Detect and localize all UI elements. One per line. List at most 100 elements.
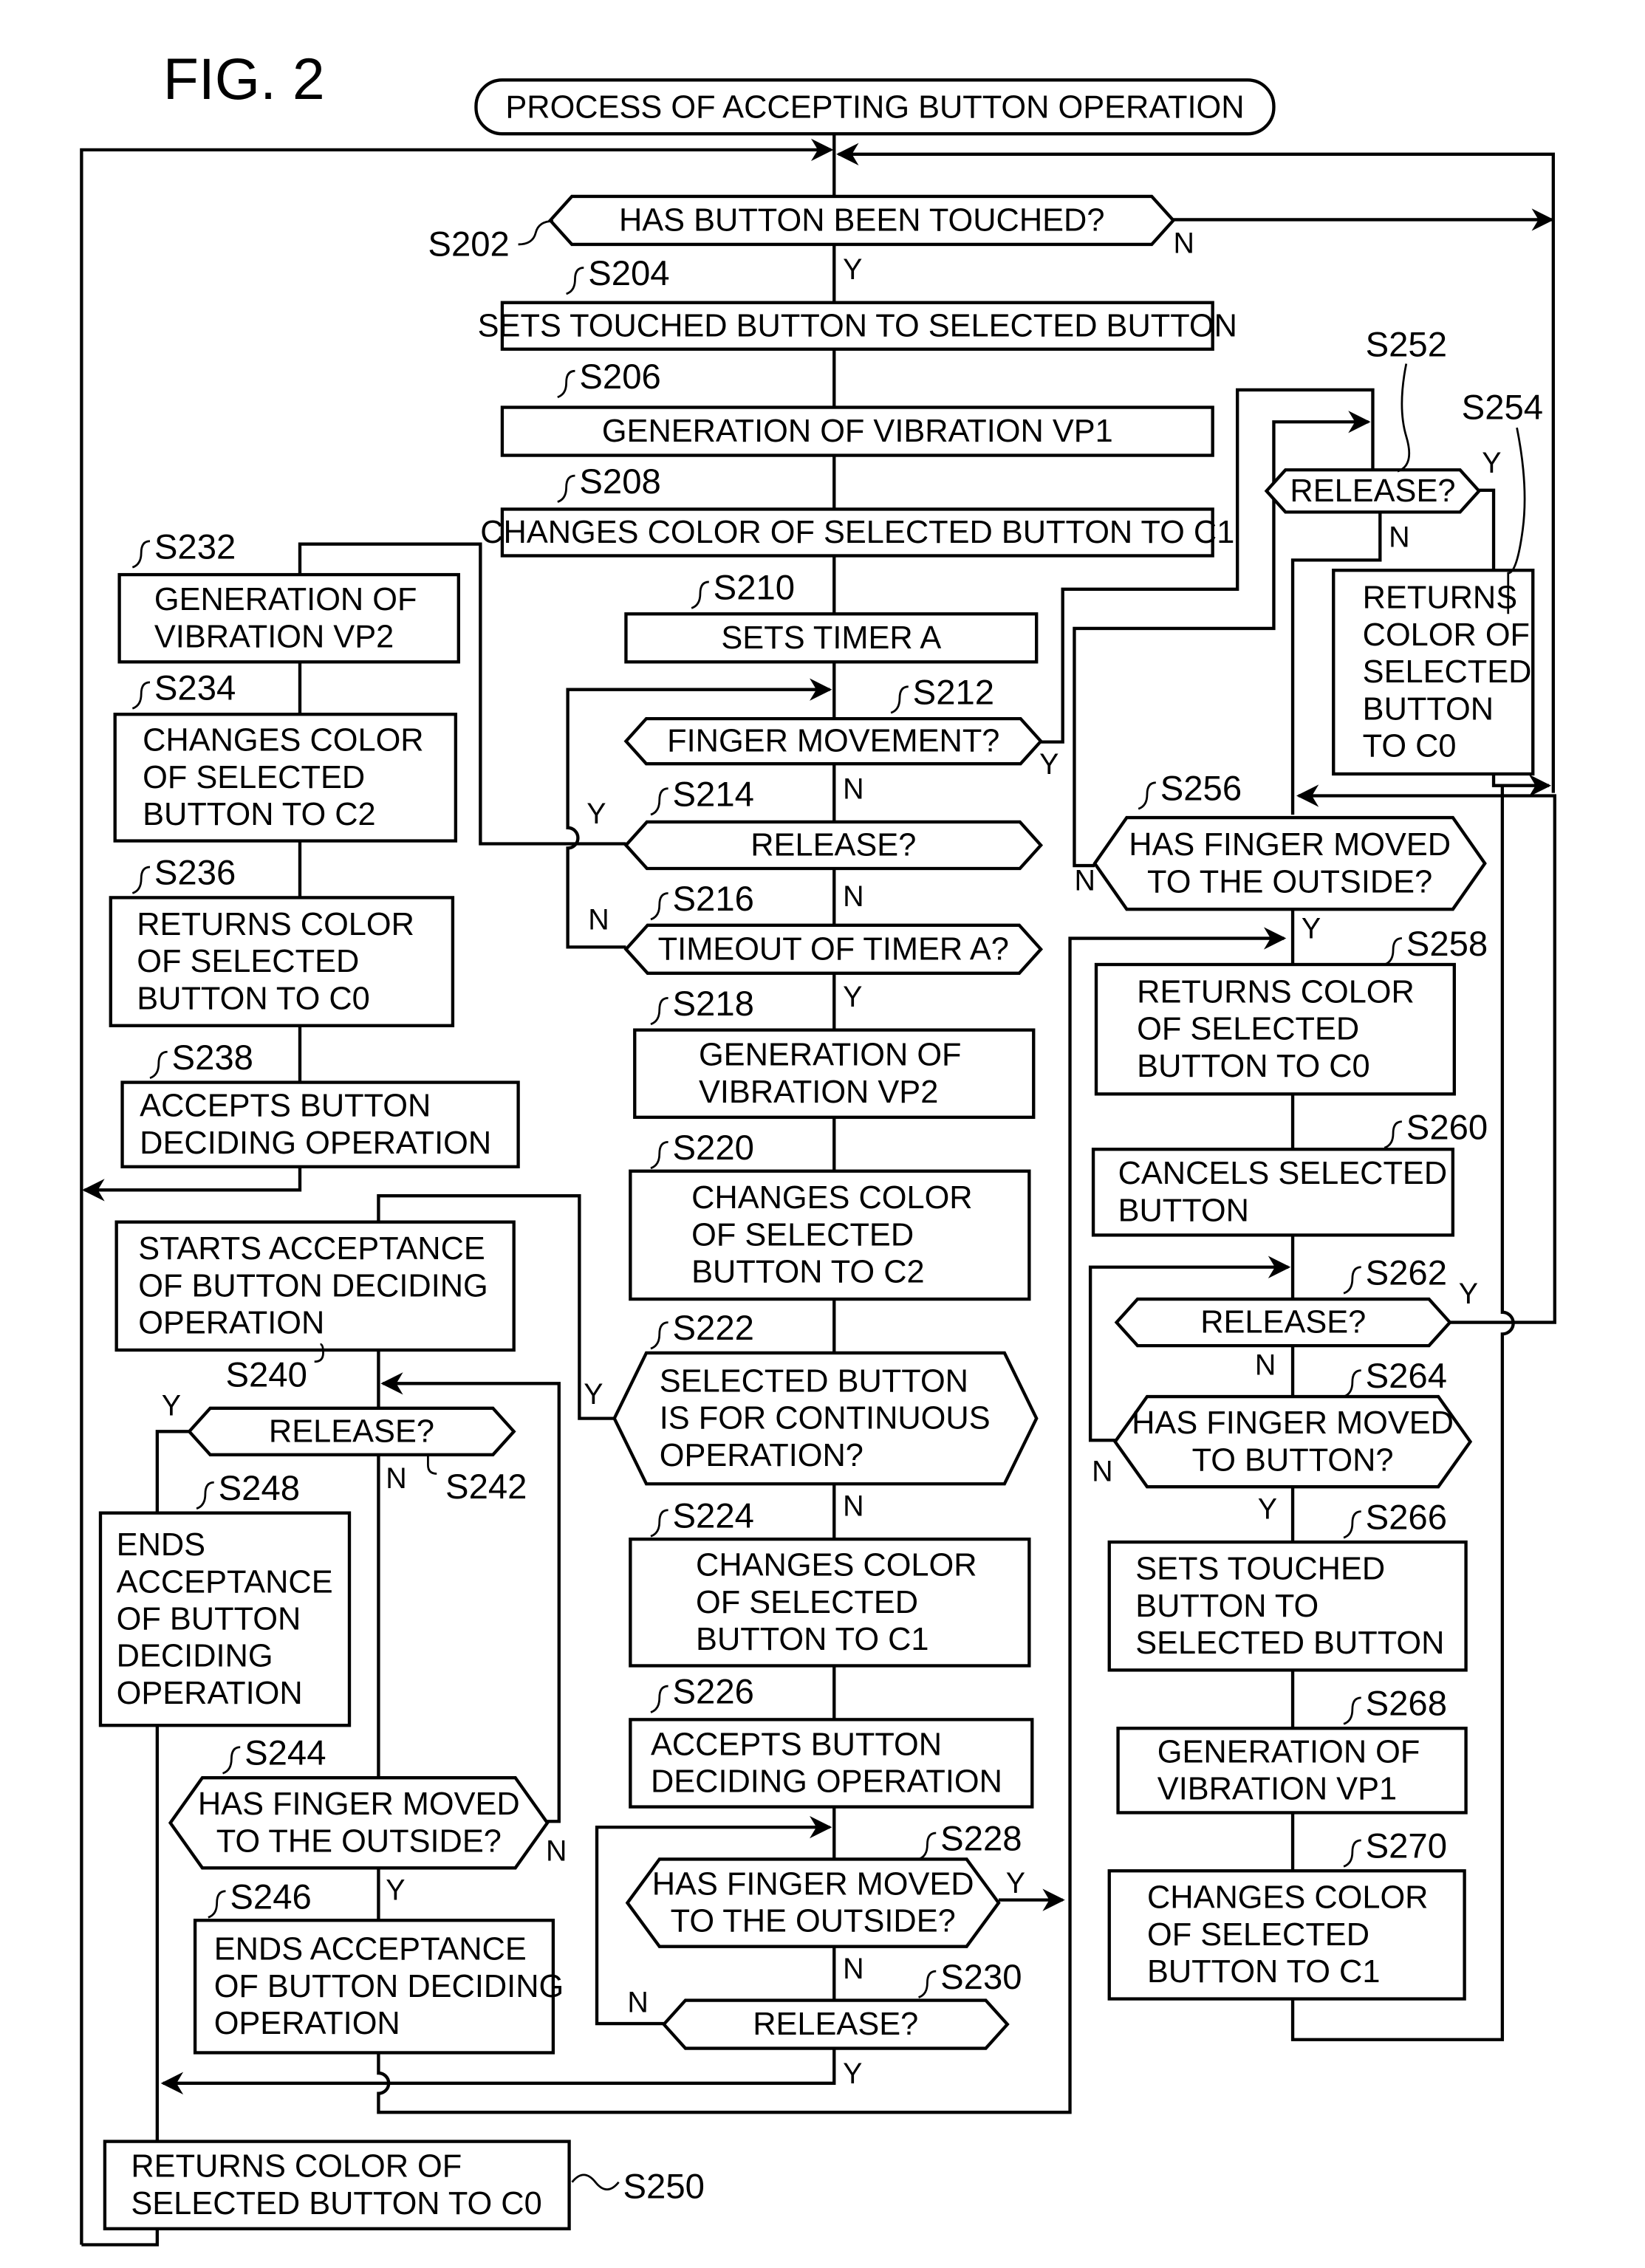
step-text-line: OF SELECTED [696, 1585, 918, 1620]
leader-line [131, 540, 151, 569]
step-text-line: BUTTON [1118, 1193, 1249, 1228]
step-s270: CHANGES COLOROF SELECTEDBUTTON TO C1 [1107, 1869, 1466, 2001]
step-s210: SETS TIMER A [624, 612, 1039, 664]
leader-s252 [1397, 363, 1411, 473]
leader-line [650, 1685, 668, 1713]
step-number-s210: S210 [714, 569, 795, 608]
step-text-line: SETS TOUCHED [1135, 1552, 1385, 1587]
step-text-line: OF SELECTED [137, 944, 359, 979]
s264-yes-label: Y [1258, 1493, 1277, 1526]
leader-line [890, 685, 909, 714]
step-number-s248: S248 [219, 1469, 300, 1508]
connector-s254-exit [1491, 773, 1551, 797]
step-text-line: RETURNS COLOR OF [131, 2149, 462, 2185]
step-number-s258: S258 [1406, 925, 1488, 964]
step-s238: ACCEPTS BUTTONDECIDING OPERATION [120, 1080, 520, 1168]
step-number-s238: S238 [172, 1038, 253, 1078]
step-text-line: RELEASE? [753, 2007, 918, 2042]
step-s204: SETS TOUCHED BUTTON TO SELECTED BUTTON [478, 301, 1237, 351]
step-text-line: BUTTON TO C1 [1147, 1954, 1380, 1990]
s228-yes-label: Y [1006, 1867, 1025, 1899]
step-text-line: OF SELECTED [1137, 1012, 1359, 1047]
step-s252: RELEASE? [1264, 468, 1482, 514]
step-s232: GENERATION OFVIBRATION VP2 [117, 572, 460, 664]
step-number-s208: S208 [579, 462, 660, 501]
step-text-line: DECIDING OPERATION [140, 1126, 491, 1161]
step-text-line: RETURNS COLOR [1137, 975, 1415, 1010]
step-number-s206: S206 [579, 357, 660, 397]
step-number-s236: S236 [154, 854, 236, 893]
step-number-s202: S202 [428, 225, 509, 264]
leader-line [1343, 1510, 1361, 1539]
step-text-line: TO THE OUTSIDE? [1147, 864, 1432, 900]
step-s268: GENERATION OFVIBRATION VP1 [1116, 1727, 1468, 1815]
step-text-line: TIMEOUT OF TIMER A? [658, 931, 1009, 967]
step-text-line: VIBRATION VP1 [1157, 1772, 1397, 1807]
step-number-s240: S240 [225, 1355, 307, 1394]
step-s244: HAS FINGER MOVEDTO THE OUTSIDE? [168, 1775, 550, 1870]
s202-yes-label: Y [843, 253, 862, 286]
step-text-line: SETS TOUCHED BUTTON TO SELECTED BUTTON [478, 308, 1237, 343]
step-text-line: OPERATION [214, 2006, 400, 2041]
leader-line [196, 1481, 214, 1510]
step-text-line: BUTTON TO [1135, 1589, 1319, 1624]
leader-line [650, 996, 668, 1026]
s244-yes-label: Y [386, 1874, 405, 1907]
s252-no-label: N [1389, 521, 1409, 554]
step-text-line: CHANGES COLOR [691, 1180, 972, 1216]
step-text-line: RELEASE? [1200, 1305, 1366, 1340]
s262-no-label: N [1255, 1349, 1276, 1382]
step-number-s246: S246 [230, 1877, 311, 1916]
step-text-line: OPERATION? [660, 1438, 863, 1473]
leader-line [557, 474, 575, 503]
s256-no-label: N [1074, 865, 1095, 897]
step-number-s252: S252 [1366, 326, 1447, 365]
step-number-s232: S232 [154, 527, 236, 566]
connector-s250-exit [81, 2228, 160, 2247]
connector-s252-y [1479, 488, 1496, 571]
leader-s202 [518, 220, 553, 246]
s230-yes-label: Y [843, 2058, 862, 2090]
step-text-line: CHANGES COLOR [696, 1548, 977, 1583]
step-number-s264: S264 [1366, 1357, 1447, 1396]
step-text-line: OF BUTTON [117, 1602, 301, 1637]
s230-no-label: N [627, 1986, 648, 2018]
step-text-line: SELECTED BUTTON TO C0 [131, 2186, 541, 2221]
step-text-line: RETURNS [1363, 580, 1517, 616]
step-s234: CHANGES COLOROF SELECTEDBUTTON TO C2 [113, 713, 458, 843]
step-s264: HAS FINGER MOVEDTO BUTTON? [1112, 1394, 1473, 1489]
s212-no-label: N [843, 772, 863, 805]
step-number-s256: S256 [1160, 769, 1242, 808]
step-s202: HAS BUTTON BEEN TOUCHED? [548, 194, 1176, 247]
step-text-line: SELECTED BUTTON [1135, 1625, 1444, 1661]
step-text-line: DECIDING [117, 1639, 273, 1674]
step-text-line: STARTS ACCEPTANCE [138, 1231, 485, 1267]
step-number-s244: S244 [244, 1733, 326, 1772]
leader-line [650, 1509, 668, 1538]
step-text-line: BUTTON TO C0 [1137, 1049, 1369, 1084]
start-terminal: PROCESS OF ACCEPTING BUTTON OPERATION [474, 78, 1276, 136]
step-s228: HAS FINGER MOVEDTO THE OUTSIDE? [625, 1857, 1001, 1948]
step-number-s220: S220 [673, 1128, 754, 1168]
step-text-line: BUTTON TO C1 [696, 1622, 928, 1657]
step-text-line: SELECTED [1363, 654, 1532, 690]
step-text-line: BUTTON [1363, 691, 1494, 727]
step-text-line: OF BUTTON DECIDING [138, 1268, 488, 1303]
step-s266: SETS TOUCHEDBUTTON TOSELECTED BUTTON [1107, 1540, 1468, 1672]
step-text-line: HAS FINGER MOVED [198, 1786, 520, 1822]
step-text-line: RETURNS COLOR [137, 907, 414, 942]
s242-no-label: N [386, 1462, 406, 1495]
leader-line [650, 1140, 668, 1170]
step-text-line: ENDS ACCEPTANCE [214, 1932, 527, 1967]
step-text-line: TO THE OUTSIDE? [216, 1823, 502, 1859]
step-text-line: HAS FINGER MOVED [1132, 1405, 1454, 1441]
leader-s242 [427, 1456, 437, 1475]
leader-line [650, 1321, 668, 1350]
step-text-line: BUTTON TO C0 [137, 981, 369, 1016]
s244-no-label: N [546, 1834, 567, 1867]
step-s214: RELEASE? [623, 820, 1044, 871]
step-text-line: GENERATION OF [1157, 1734, 1420, 1769]
step-s216: TIMEOUT OF TIMER A? [623, 923, 1044, 975]
step-s240: STARTS ACCEPTANCEOF BUTTON DECIDINGOPERA… [114, 1220, 516, 1352]
s216-yes-label: Y [843, 981, 862, 1013]
